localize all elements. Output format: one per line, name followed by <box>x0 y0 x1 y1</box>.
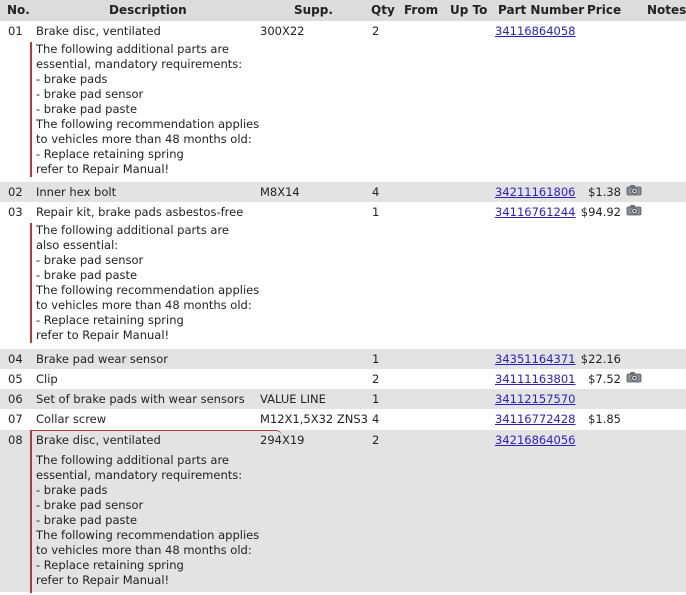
supplement: M12X1,5X32 ZNS3 <box>260 412 368 426</box>
note-line: The following recommendation applies <box>36 283 260 297</box>
note-line: - Replace retaining spring <box>36 558 184 572</box>
parts-table: No. Description Supp. Qty From Up To Par… <box>0 0 686 593</box>
header-qty[interactable]: Qty <box>371 3 395 17</box>
table-row: 04 Brake pad wear sensor 1 34351164371 $22.1… <box>0 349 686 369</box>
table-row: 08 Brake disc, ventilated 294X19 2 342168640… <box>0 430 686 593</box>
header-part-number[interactable]: Part Number <box>498 3 584 17</box>
note-line: refer to Repair Manual! <box>36 162 170 176</box>
quantity: 1 <box>372 205 380 219</box>
note-line: - brake pads <box>36 72 108 86</box>
quantity: 4 <box>372 412 380 426</box>
quantity: 1 <box>372 392 380 406</box>
row-number: 02 <box>8 185 23 199</box>
row-number: 03 <box>8 205 23 219</box>
table-header: No. Description Supp. Qty From Up To Par… <box>0 0 686 21</box>
note-line: essential, mandatory requirements: <box>36 57 243 71</box>
quantity: 4 <box>372 185 380 199</box>
row-number: 07 <box>8 412 23 426</box>
camera-icon[interactable] <box>626 204 642 219</box>
part-description: Repair kit, brake pads asbestos-free <box>36 205 244 219</box>
header-no[interactable]: No. <box>7 3 30 17</box>
part-description: Brake disc, ventilated <box>36 24 161 38</box>
note-line: essential, mandatory requirements: <box>36 468 243 482</box>
price: $22.16 <box>580 352 621 366</box>
row-number: 04 <box>8 352 23 366</box>
part-description: Set of brake pads with wear sensors <box>36 392 245 406</box>
quantity: 2 <box>372 433 380 447</box>
quantity: 2 <box>372 372 380 386</box>
part-description: Inner hex bolt <box>36 185 117 199</box>
note-line: - Replace retaining spring <box>36 147 184 161</box>
table-row: 07 Collar screw M12X1,5X32 ZNS3 4 3411677242… <box>0 409 686 430</box>
note-line: The following recommendation applies <box>36 117 260 131</box>
note-line: to vehicles more than 48 months old: <box>36 132 252 146</box>
note-line: The following additional parts are <box>36 223 229 237</box>
quantity: 2 <box>372 24 380 38</box>
table-row: 01 Brake disc, ventilated 300X22 2 341168640… <box>0 21 686 182</box>
table-row: 03 Repair kit, brake pads asbestos-free 1 3… <box>0 202 686 349</box>
note-line: - brake pad paste <box>36 268 138 282</box>
row-number: 08 <box>8 433 23 447</box>
header-up-to[interactable]: Up To <box>450 3 487 17</box>
table-row: 05 Clip 2 34111163801 $7.52 <box>0 369 686 389</box>
supplement: 300X22 <box>260 24 305 38</box>
price: $1.38 <box>588 185 621 199</box>
part-notes: The following additional parts are essent… <box>30 42 259 177</box>
part-notes: The following additional parts are also e… <box>30 223 259 343</box>
row-number: 05 <box>8 372 23 386</box>
quantity: 1 <box>372 352 380 366</box>
camera-icon[interactable] <box>626 184 642 199</box>
header-price[interactable]: Price <box>587 3 621 17</box>
note-line: to vehicles more than 48 months old: <box>36 298 252 312</box>
row-number: 01 <box>8 24 23 38</box>
note-line: - brake pad sensor <box>36 253 144 267</box>
note-line: refer to Repair Manual! <box>36 573 170 587</box>
note-line: to vehicles more than 48 months old: <box>36 543 252 557</box>
note-line: - brake pads <box>36 483 108 497</box>
part-number-link[interactable]: 34112157570 <box>495 392 575 406</box>
note-line: - brake pad sensor <box>36 498 144 512</box>
part-notes: The following additional parts are essent… <box>30 453 259 588</box>
note-line: - Replace retaining spring <box>36 313 184 327</box>
part-description: Brake pad wear sensor <box>36 352 168 366</box>
part-number-cell: 34112157570 <box>495 392 575 406</box>
note-line: - brake pad paste <box>36 513 138 527</box>
header-description[interactable]: Description <box>109 3 187 17</box>
supplement: M8X14 <box>260 185 300 199</box>
part-description: Clip <box>36 372 58 386</box>
note-line: The following additional parts are <box>36 453 229 467</box>
note-line: The following recommendation applies <box>36 528 260 542</box>
table-row: 06 Set of brake pads with wear sensors VAL… <box>0 389 686 409</box>
part-number-link[interactable]: 34116864058 <box>495 24 575 38</box>
part-number-cell: 34216864056 <box>495 433 575 447</box>
header-from[interactable]: From <box>404 3 438 17</box>
part-number-cell: 34116864058 <box>495 24 575 38</box>
camera-icon[interactable] <box>626 371 642 386</box>
note-line: - brake pad paste <box>36 102 138 116</box>
table-row: 02 Inner hex bolt M8X14 4 34211161806 $1.38 <box>0 182 686 202</box>
part-description: Collar screw <box>36 412 107 426</box>
part-number-link[interactable]: 34216864056 <box>495 433 575 447</box>
row-number: 06 <box>8 392 23 406</box>
note-line: - brake pad sensor <box>36 87 144 101</box>
note-line: The following additional parts are <box>36 42 229 56</box>
header-supp[interactable]: Supp. <box>294 3 333 17</box>
note-line: also essential: <box>36 238 119 252</box>
price: $1.85 <box>588 412 621 426</box>
note-line: refer to Repair Manual! <box>36 328 170 342</box>
price: $7.52 <box>588 372 621 386</box>
price: $94.92 <box>580 205 621 219</box>
header-notes[interactable]: Notes <box>647 3 686 17</box>
supplement: VALUE LINE <box>260 392 326 406</box>
